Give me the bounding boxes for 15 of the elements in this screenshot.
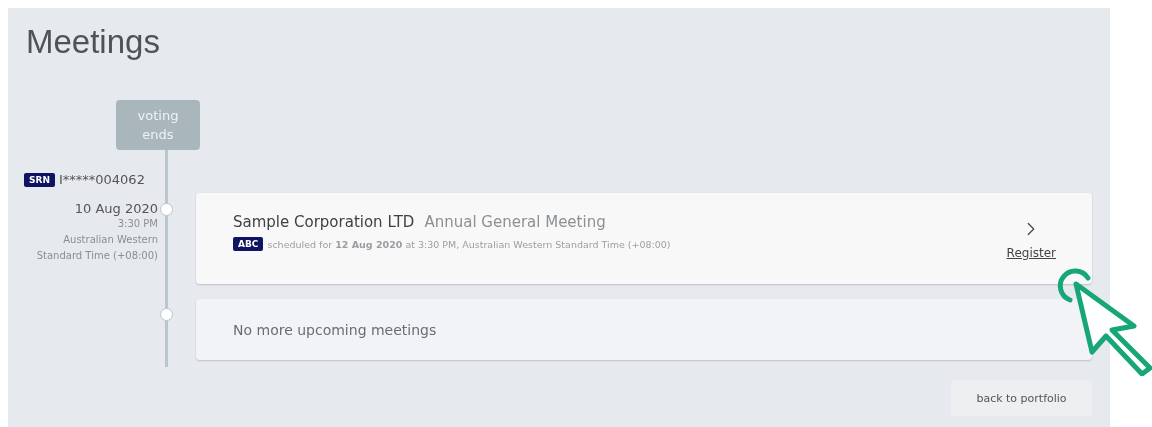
account-number: I*****004062 — [58, 172, 145, 187]
meeting-timezone: Australian Western Standard Time (+08:00) — [35, 233, 158, 263]
meeting-type: Annual General Meeting — [424, 213, 606, 231]
company-name: Sample Corporation LTD — [233, 213, 415, 231]
back-button[interactable]: back to portfolio — [951, 380, 1092, 416]
empty-message: No more upcoming meetings — [232, 321, 437, 338]
schedule-text: scheduled for 12 Aug 2020 at 3:30 PM, Australian Western Standard Time (+08:00) — [267, 238, 671, 250]
page-title: Meetings — [26, 22, 161, 62]
code-badge: ABC — [233, 237, 264, 251]
meeting-card[interactable]: Sample Corporation LTD Annual General Meeting ABC scheduled for 12 Aug 2020 at 3:30 PM, Australian Western Standard Time (+08:00) Register — [196, 193, 1092, 284]
meeting-date: 10 Aug 2020 — [74, 201, 158, 216]
srn-badge: SRN — [24, 172, 55, 187]
register-link[interactable]: Register — [1006, 245, 1056, 260]
voting-ends-marker: voting ends — [116, 100, 200, 150]
meeting-time: 3:30 PM — [116, 217, 158, 231]
